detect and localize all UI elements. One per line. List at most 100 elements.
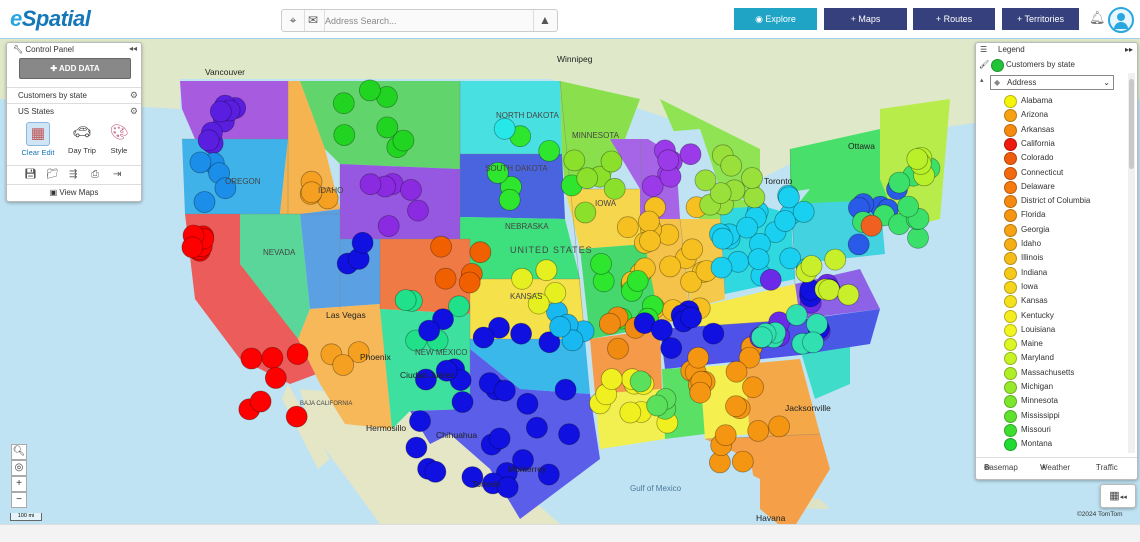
legend-item[interactable]: Illinois — [1004, 251, 1124, 266]
customer-marker[interactable] — [720, 154, 743, 177]
customer-marker[interactable] — [603, 177, 626, 200]
customer-marker[interactable] — [742, 376, 764, 399]
customer-marker[interactable] — [694, 169, 717, 192]
legend-item[interactable]: Arizona — [1004, 108, 1124, 123]
customer-marker[interactable] — [731, 450, 754, 473]
legend-item[interactable]: Delaware — [1004, 180, 1124, 194]
legend-scrollbar[interactable] — [1128, 73, 1135, 453]
customer-marker[interactable] — [750, 326, 773, 349]
legend-item[interactable]: Minnesota — [1004, 394, 1124, 409]
customer-marker[interactable] — [261, 346, 284, 369]
legend-item[interactable]: Maine — [1004, 337, 1124, 352]
customer-marker[interactable] — [639, 229, 661, 252]
add-routes-button[interactable]: + Routes — [913, 8, 995, 30]
customer-marker[interactable] — [860, 214, 883, 237]
customer-marker[interactable] — [407, 199, 429, 222]
customer-marker[interactable] — [736, 216, 758, 239]
espatial-logo[interactable]: eSpatial — [10, 6, 91, 32]
legend-item[interactable]: Kansas — [1004, 294, 1124, 309]
customer-marker[interactable] — [768, 415, 790, 438]
style-tool[interactable]: 🎨︎ Style — [104, 122, 134, 155]
customer-marker[interactable] — [725, 395, 747, 418]
legend-item[interactable]: Louisiana — [1004, 323, 1124, 337]
customer-marker[interactable] — [209, 100, 232, 123]
customer-marker[interactable] — [616, 216, 639, 239]
customer-marker[interactable] — [741, 167, 763, 189]
customer-marker[interactable] — [511, 267, 533, 290]
user-avatar[interactable] — [1108, 7, 1134, 33]
customer-marker[interactable] — [747, 419, 770, 442]
customer-marker[interactable] — [702, 322, 725, 345]
legend-item[interactable]: Arkansas — [1004, 123, 1124, 137]
customer-marker[interactable] — [824, 248, 847, 271]
customer-marker[interactable] — [774, 210, 797, 232]
customer-marker[interactable] — [358, 79, 381, 102]
legend-item[interactable]: District of Columbia — [1004, 194, 1124, 209]
legend-item[interactable]: Iowa — [1004, 280, 1124, 294]
customer-marker[interactable] — [792, 200, 815, 223]
customer-marker[interactable] — [469, 241, 492, 264]
customer-marker[interactable] — [687, 346, 710, 369]
customer-marker[interactable] — [659, 255, 681, 278]
customer-marker[interactable] — [681, 238, 704, 261]
add-data-button[interactable]: ✚ ADD DATA — [19, 58, 131, 79]
customer-marker[interactable] — [657, 149, 680, 172]
customer-marker[interactable] — [430, 235, 453, 258]
add-comment-icon[interactable]: ✉ — [302, 10, 325, 31]
print-icon[interactable]: ⎙ — [91, 169, 99, 180]
customer-marker[interactable] — [759, 268, 782, 291]
customer-marker[interactable] — [377, 215, 400, 237]
collapse-legend-icon[interactable]: ▸▸ — [1125, 43, 1133, 57]
export-icon[interactable]: ⇥ — [113, 169, 121, 180]
add-territories-button[interactable]: + Territories — [1002, 8, 1079, 30]
customer-marker[interactable] — [286, 343, 309, 366]
customer-marker[interactable] — [629, 370, 652, 393]
customer-marker[interactable] — [394, 289, 417, 312]
customer-marker[interactable] — [488, 427, 511, 450]
customer-marker[interactable] — [451, 391, 474, 413]
collapse-panel-icon[interactable]: ◂◂ — [129, 44, 137, 53]
customer-marker[interactable] — [599, 312, 621, 335]
save-icon[interactable]: 💾︎ — [24, 169, 37, 180]
customer-marker[interactable] — [680, 306, 703, 329]
search-options-icon[interactable]: ▲ — [533, 10, 556, 31]
customer-marker[interactable] — [332, 354, 355, 376]
customer-marker[interactable] — [418, 319, 441, 342]
customer-marker[interactable] — [516, 392, 539, 415]
customer-marker[interactable] — [747, 248, 770, 271]
customer-marker[interactable] — [549, 315, 571, 338]
customer-marker[interactable] — [434, 267, 457, 290]
customer-marker[interactable] — [714, 424, 737, 447]
add-maps-button[interactable]: + Maps — [824, 8, 907, 30]
customer-marker[interactable] — [711, 227, 734, 250]
view-maps-button[interactable]: ▣ View Maps — [7, 184, 141, 200]
customer-marker[interactable] — [638, 210, 660, 233]
customer-marker[interactable] — [240, 347, 263, 370]
customer-marker[interactable] — [558, 423, 580, 446]
customer-marker[interactable] — [332, 92, 355, 115]
legend-item[interactable]: California — [1004, 137, 1124, 151]
layer-settings-icon[interactable]: ⚙ — [130, 104, 138, 119]
layer-us-states[interactable]: US States ⚙ — [7, 103, 141, 119]
customer-marker[interactable] — [800, 255, 823, 277]
customer-marker[interactable] — [725, 360, 748, 383]
customer-marker[interactable] — [181, 236, 204, 259]
layer-customers-by-state[interactable]: Customers by state ⚙ — [7, 87, 141, 103]
customer-marker[interactable] — [409, 410, 431, 433]
legend-item[interactable]: Connecticut — [1004, 166, 1124, 180]
grid-view-button[interactable]: ▦◂◂ — [1100, 484, 1136, 508]
zoom-in-button[interactable]: + — [11, 476, 27, 492]
day-trip-tool[interactable]: 🚗︎ Day Trip — [64, 122, 100, 155]
legend-item[interactable]: Georgia — [1004, 223, 1124, 237]
customer-marker[interactable] — [554, 378, 577, 401]
zoom-to-area-icon[interactable]: 🔍︎ — [11, 444, 27, 460]
customer-marker[interactable] — [847, 233, 870, 256]
customer-marker[interactable] — [576, 167, 599, 190]
customer-marker[interactable] — [785, 304, 808, 326]
customer-marker[interactable] — [264, 367, 287, 389]
customer-marker[interactable] — [424, 460, 447, 483]
customer-marker[interactable] — [626, 269, 649, 292]
legend-item[interactable]: Massachusetts — [1004, 366, 1124, 380]
address-search-input[interactable] — [323, 12, 533, 29]
customer-marker[interactable] — [590, 252, 612, 275]
